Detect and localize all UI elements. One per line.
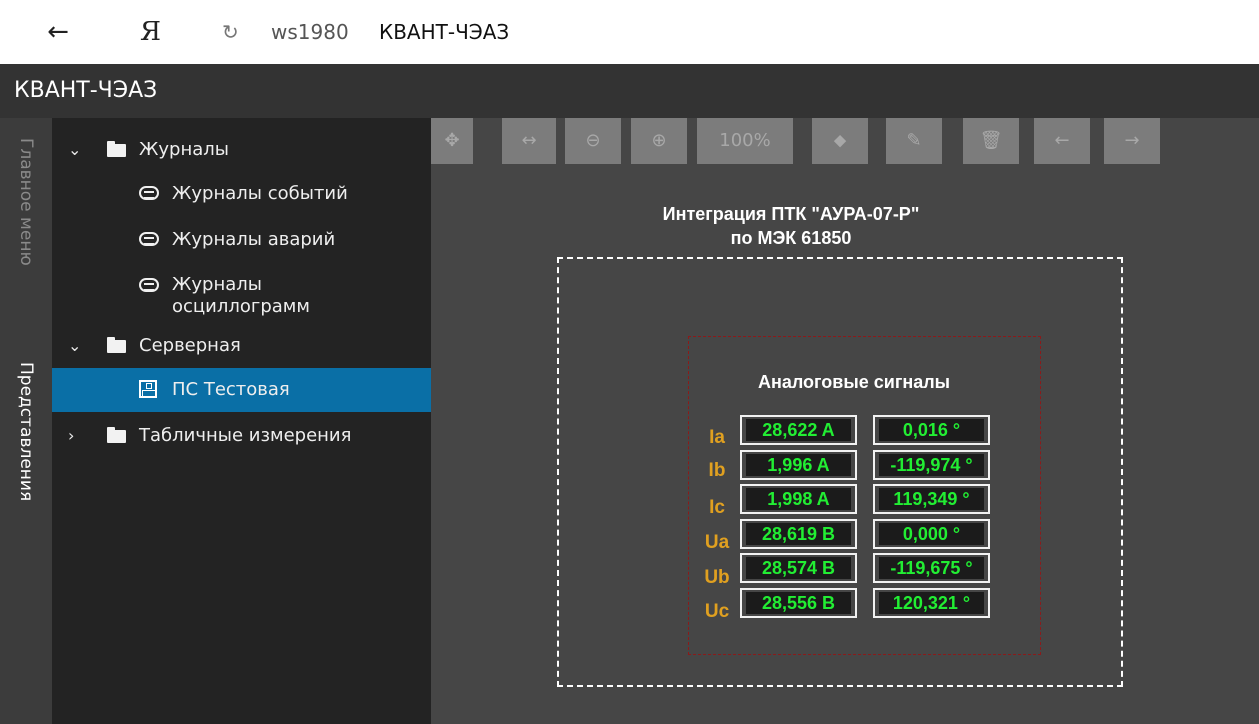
yandex-logo[interactable]: Я [140, 14, 161, 50]
signal-angle-uc[interactable]: 120,321 ° [873, 588, 990, 618]
folder-icon [107, 427, 126, 443]
zoom-out-button[interactable]: ⊖ [565, 118, 621, 164]
signal-label-ua: Ua [704, 532, 730, 553]
scheme-title: Интеграция ПТК "АУРА-07-Р" по МЭК 61850 [631, 202, 951, 250]
tag-button[interactable]: ⬥ [812, 118, 868, 164]
signal-magnitude-ua[interactable]: 28,619 В [740, 519, 857, 549]
back-arrow-icon[interactable]: ← [38, 14, 78, 50]
fit-width-button[interactable]: ↔ [502, 118, 556, 164]
value-text: 1,996 A [746, 454, 851, 476]
value-text: 0,016 ° [879, 419, 984, 441]
signal-angle-ub[interactable]: -119,675 ° [873, 553, 990, 583]
tree-item-journals[interactable]: ⌄ Журналы [52, 128, 431, 172]
scheme-title-line-1: Интеграция ПТК "АУРА-07-Р" [662, 204, 920, 224]
signal-label-ic: Ic [709, 497, 725, 518]
tree-item-label: Журналы событий [172, 183, 348, 204]
back-button[interactable]: ← [1034, 118, 1090, 164]
address-host[interactable]: ws1980 [271, 18, 349, 46]
folder-icon [107, 337, 126, 353]
tree-item-label: Журналы осциллограмм [172, 274, 310, 317]
zoom-in-button[interactable]: ⊕ [631, 118, 687, 164]
value-text: 28,574 В [746, 557, 851, 579]
signals-title: Аналоговые сигналы [757, 372, 951, 392]
tree-item-label: Серверная [139, 335, 241, 356]
signal-angle-ib[interactable]: -119,974 ° [873, 450, 990, 480]
app-title: КВАНТ-ЧЭАЗ [14, 78, 158, 103]
signal-label-ia: Ia [709, 427, 725, 448]
scheme-title-line-2: по МЭК 61850 [730, 228, 852, 248]
tab-main-menu[interactable]: Главное меню [0, 138, 52, 338]
value-text: 28,556 В [746, 592, 851, 614]
signal-angle-ia[interactable]: 0,016 ° [873, 415, 990, 445]
signal-angle-ic[interactable]: 119,349 ° [873, 484, 990, 514]
zoom-level-button[interactable]: 100% [697, 118, 793, 164]
value-text: 28,619 В [746, 523, 851, 545]
tree-item-label: Табличные измерения [139, 425, 352, 446]
forward-button[interactable]: → [1104, 118, 1160, 164]
edit-button[interactable]: ✎ [886, 118, 942, 164]
tree-item-label: ПС Тестовая [172, 379, 290, 400]
signal-label-ib: Ib [708, 460, 726, 481]
vertical-tab-strip: Главное меню Представления [0, 118, 52, 724]
link-icon [139, 186, 159, 200]
value-text: 1,998 A [746, 488, 851, 510]
signal-magnitude-ic[interactable]: 1,998 A [740, 484, 857, 514]
scheme-icon [139, 380, 157, 398]
link-icon [139, 232, 159, 246]
tab-views[interactable]: Представления [0, 362, 52, 582]
signal-magnitude-ub[interactable]: 28,574 В [740, 553, 857, 583]
value-text: 0,000 ° [879, 523, 984, 545]
tree-item-oscillogram-journals[interactable]: Журналы осциллограмм [52, 264, 431, 324]
scheme-canvas[interactable]: ✥ ↔ ⊖ ⊕ 100% ⬥ ✎ 🗑 ← → Интеграция ПТК "А… [431, 118, 1259, 724]
signal-magnitude-ia[interactable]: 28,622 A [740, 415, 857, 445]
tree-item-event-journals[interactable]: Журналы событий [52, 172, 431, 216]
chevron-down-icon[interactable]: ⌄ [68, 138, 81, 162]
signal-magnitude-ib[interactable]: 1,996 A [740, 450, 857, 480]
signal-angle-ua[interactable]: 0,000 ° [873, 519, 990, 549]
tree-item-label: Журналы [139, 139, 229, 160]
tree-item-table-measurements[interactable]: › Табличные измерения [52, 414, 431, 458]
sidebar-tree: ⌄ Журналы Журналы событий Журналы аварий… [52, 118, 431, 724]
tree-item-label: Журналы аварий [172, 229, 336, 250]
link-icon [139, 278, 159, 292]
value-text: -119,675 ° [879, 557, 984, 579]
value-text: 28,622 A [746, 419, 851, 441]
signal-label-ub: Ub [704, 567, 730, 588]
tree-item-alarm-journals[interactable]: Журналы аварий [52, 218, 431, 262]
value-text: -119,974 ° [879, 454, 984, 476]
signal-label-uc: Uc [704, 601, 730, 622]
chevron-down-icon[interactable]: ⌄ [68, 334, 81, 358]
toolbar: ✥ ↔ ⊖ ⊕ 100% ⬥ ✎ 🗑 ← → [431, 118, 1259, 168]
tree-item-server[interactable]: ⌄ Серверная [52, 324, 431, 368]
browser-bar: ← Я ↻ ws1980 КВАНТ-ЧЭАЗ [0, 0, 1259, 64]
delete-button[interactable]: 🗑 [963, 118, 1019, 164]
chevron-right-icon[interactable]: › [68, 424, 74, 448]
reload-icon[interactable]: ↻ [222, 18, 239, 46]
move-button[interactable]: ✥ [431, 118, 473, 164]
folder-icon [107, 141, 126, 157]
value-text: 119,349 ° [879, 488, 984, 510]
tree-item-test-substation[interactable]: ПС Тестовая [52, 368, 431, 412]
signal-magnitude-uc[interactable]: 28,556 В [740, 588, 857, 618]
address-page-title[interactable]: КВАНТ-ЧЭАЗ [379, 18, 509, 46]
app-header: КВАНТ-ЧЭАЗ [0, 64, 1259, 118]
value-text: 120,321 ° [879, 592, 984, 614]
